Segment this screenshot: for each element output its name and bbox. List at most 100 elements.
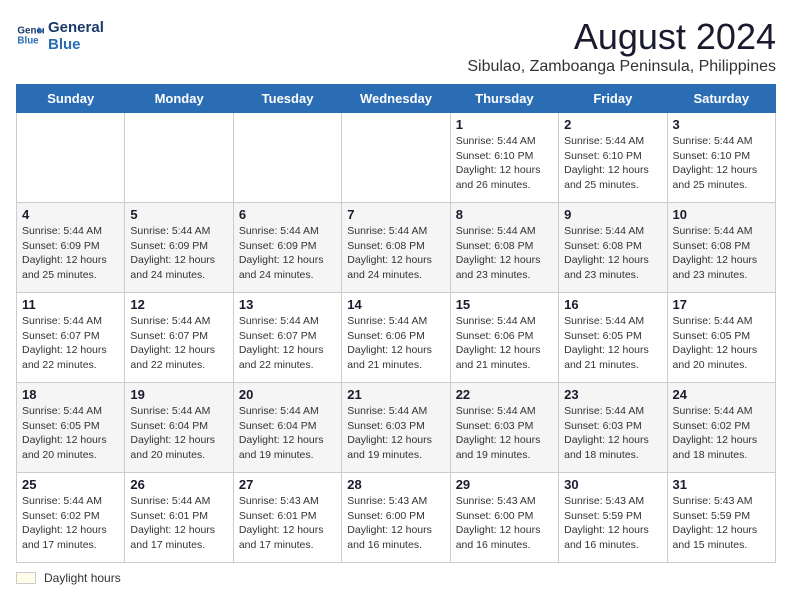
header-cell-sunday: Sunday [17, 85, 125, 113]
day-number: 11 [22, 297, 119, 312]
header-row: SundayMondayTuesdayWednesdayThursdayFrid… [17, 85, 776, 113]
day-number: 13 [239, 297, 336, 312]
day-number: 23 [564, 387, 661, 402]
header-cell-saturday: Saturday [667, 85, 775, 113]
day-info: Sunrise: 5:44 AM Sunset: 6:08 PM Dayligh… [673, 224, 770, 283]
day-info: Sunrise: 5:44 AM Sunset: 6:06 PM Dayligh… [347, 314, 444, 373]
title-area: August 2024 Sibulao, Zamboanga Peninsula… [467, 16, 776, 76]
logo: General Blue General Blue [16, 16, 104, 53]
day-info: Sunrise: 5:44 AM Sunset: 6:10 PM Dayligh… [673, 134, 770, 193]
calendar-body: 1 Sunrise: 5:44 AM Sunset: 6:10 PM Daylig… [17, 113, 776, 563]
calendar-cell: 20 Sunrise: 5:44 AM Sunset: 6:04 PM Dayli… [233, 383, 341, 473]
subtitle: Sibulao, Zamboanga Peninsula, Philippine… [467, 58, 776, 76]
day-number: 27 [239, 477, 336, 492]
day-number: 22 [456, 387, 553, 402]
day-info: Sunrise: 5:43 AM Sunset: 6:00 PM Dayligh… [456, 494, 553, 553]
day-number: 31 [673, 477, 770, 492]
day-number: 3 [673, 117, 770, 132]
day-number: 5 [130, 207, 227, 222]
logo-icon: General Blue [16, 21, 44, 49]
day-info: Sunrise: 5:44 AM Sunset: 6:09 PM Dayligh… [130, 224, 227, 283]
logo-text-line1: General [48, 20, 104, 37]
day-info: Sunrise: 5:44 AM Sunset: 6:02 PM Dayligh… [673, 404, 770, 463]
day-info: Sunrise: 5:43 AM Sunset: 5:59 PM Dayligh… [564, 494, 661, 553]
calendar-cell [233, 113, 341, 203]
calendar-cell: 10 Sunrise: 5:44 AM Sunset: 6:08 PM Dayli… [667, 203, 775, 293]
calendar-cell: 9 Sunrise: 5:44 AM Sunset: 6:08 PM Daylig… [559, 203, 667, 293]
day-info: Sunrise: 5:44 AM Sunset: 6:05 PM Dayligh… [564, 314, 661, 373]
week-row-4: 18Sunrise: 5:44 AM Sunset: 6:05 PM Dayli… [17, 383, 776, 473]
day-info: Sunrise: 5:44 AM Sunset: 6:04 PM Dayligh… [239, 404, 336, 463]
day-number: 24 [673, 387, 770, 402]
day-number: 6 [239, 207, 336, 222]
calendar-cell: 13 Sunrise: 5:44 AM Sunset: 6:07 PM Dayli… [233, 293, 341, 383]
day-info: Sunrise: 5:44 AM Sunset: 6:04 PM Dayligh… [130, 404, 227, 463]
calendar-cell: 19 Sunrise: 5:44 AM Sunset: 6:04 PM Dayli… [125, 383, 233, 473]
calendar-cell [17, 113, 125, 203]
day-number: 19 [130, 387, 227, 402]
week-row-3: 11 Sunrise: 5:44 AM Sunset: 6:07 PM Dayli… [17, 293, 776, 383]
calendar-cell: 12Sunrise: 5:44 AM Sunset: 6:07 PM Dayli… [125, 293, 233, 383]
calendar-cell: 17Sunrise: 5:44 AM Sunset: 6:05 PM Dayli… [667, 293, 775, 383]
calendar-cell: 6Sunrise: 5:44 AM Sunset: 6:09 PM Daylig… [233, 203, 341, 293]
calendar-cell: 7Sunrise: 5:44 AM Sunset: 6:08 PM Daylig… [342, 203, 450, 293]
day-number: 9 [564, 207, 661, 222]
day-info: Sunrise: 5:44 AM Sunset: 6:10 PM Dayligh… [456, 134, 553, 193]
page-header: General Blue General Blue August 2024 Si… [16, 16, 776, 76]
svg-text:Blue: Blue [17, 35, 39, 46]
calendar-cell: 25Sunrise: 5:44 AM Sunset: 6:02 PM Dayli… [17, 473, 125, 563]
calendar-header: SundayMondayTuesdayWednesdayThursdayFrid… [17, 85, 776, 113]
calendar-cell: 30 Sunrise: 5:43 AM Sunset: 5:59 PM Dayli… [559, 473, 667, 563]
day-number: 8 [456, 207, 553, 222]
calendar-cell: 15 Sunrise: 5:44 AM Sunset: 6:06 PM Dayli… [450, 293, 558, 383]
day-info: Sunrise: 5:44 AM Sunset: 6:10 PM Dayligh… [564, 134, 661, 193]
week-row-1: 1 Sunrise: 5:44 AM Sunset: 6:10 PM Daylig… [17, 113, 776, 203]
day-number: 28 [347, 477, 444, 492]
day-number: 25 [22, 477, 119, 492]
calendar-cell: 18Sunrise: 5:44 AM Sunset: 6:05 PM Dayli… [17, 383, 125, 473]
day-number: 16 [564, 297, 661, 312]
calendar-cell: 23Sunrise: 5:44 AM Sunset: 6:03 PM Dayli… [559, 383, 667, 473]
day-number: 10 [673, 207, 770, 222]
day-info: Sunrise: 5:44 AM Sunset: 6:08 PM Dayligh… [564, 224, 661, 283]
header-cell-tuesday: Tuesday [233, 85, 341, 113]
day-info: Sunrise: 5:44 AM Sunset: 6:07 PM Dayligh… [239, 314, 336, 373]
day-number: 21 [347, 387, 444, 402]
week-row-5: 25Sunrise: 5:44 AM Sunset: 6:02 PM Dayli… [17, 473, 776, 563]
calendar-cell: 31 Sunrise: 5:43 AM Sunset: 5:59 PM Dayli… [667, 473, 775, 563]
calendar-cell: 3 Sunrise: 5:44 AM Sunset: 6:10 PM Daylig… [667, 113, 775, 203]
day-number: 14 [347, 297, 444, 312]
day-number: 18 [22, 387, 119, 402]
day-number: 20 [239, 387, 336, 402]
header-cell-friday: Friday [559, 85, 667, 113]
calendar-cell: 21Sunrise: 5:44 AM Sunset: 6:03 PM Dayli… [342, 383, 450, 473]
day-number: 15 [456, 297, 553, 312]
calendar-cell: 2Sunrise: 5:44 AM Sunset: 6:10 PM Daylig… [559, 113, 667, 203]
day-info: Sunrise: 5:43 AM Sunset: 6:00 PM Dayligh… [347, 494, 444, 553]
day-info: Sunrise: 5:44 AM Sunset: 6:01 PM Dayligh… [130, 494, 227, 553]
calendar-cell: 16 Sunrise: 5:44 AM Sunset: 6:05 PM Dayli… [559, 293, 667, 383]
calendar-cell: 22Sunrise: 5:44 AM Sunset: 6:03 PM Dayli… [450, 383, 558, 473]
calendar-cell: 28 Sunrise: 5:43 AM Sunset: 6:00 PM Dayli… [342, 473, 450, 563]
logo-text-line2: Blue [48, 37, 104, 54]
legend: Daylight hours [16, 571, 776, 585]
day-number: 30 [564, 477, 661, 492]
calendar-cell: 24 Sunrise: 5:44 AM Sunset: 6:02 PM Dayli… [667, 383, 775, 473]
day-number: 1 [456, 117, 553, 132]
day-number: 17 [673, 297, 770, 312]
day-info: Sunrise: 5:44 AM Sunset: 6:08 PM Dayligh… [456, 224, 553, 283]
day-info: Sunrise: 5:44 AM Sunset: 6:08 PM Dayligh… [347, 224, 444, 283]
day-number: 26 [130, 477, 227, 492]
calendar-cell: 14 Sunrise: 5:44 AM Sunset: 6:06 PM Dayli… [342, 293, 450, 383]
day-info: Sunrise: 5:44 AM Sunset: 6:06 PM Dayligh… [456, 314, 553, 373]
calendar-cell: 27Sunrise: 5:43 AM Sunset: 6:01 PM Dayli… [233, 473, 341, 563]
header-cell-monday: Monday [125, 85, 233, 113]
day-info: Sunrise: 5:43 AM Sunset: 5:59 PM Dayligh… [673, 494, 770, 553]
week-row-2: 4 Sunrise: 5:44 AM Sunset: 6:09 PM Daylig… [17, 203, 776, 293]
calendar-cell: 29 Sunrise: 5:43 AM Sunset: 6:00 PM Dayli… [450, 473, 558, 563]
header-cell-thursday: Thursday [450, 85, 558, 113]
day-number: 4 [22, 207, 119, 222]
day-number: 29 [456, 477, 553, 492]
day-info: Sunrise: 5:44 AM Sunset: 6:09 PM Dayligh… [22, 224, 119, 283]
day-info: Sunrise: 5:44 AM Sunset: 6:07 PM Dayligh… [130, 314, 227, 373]
